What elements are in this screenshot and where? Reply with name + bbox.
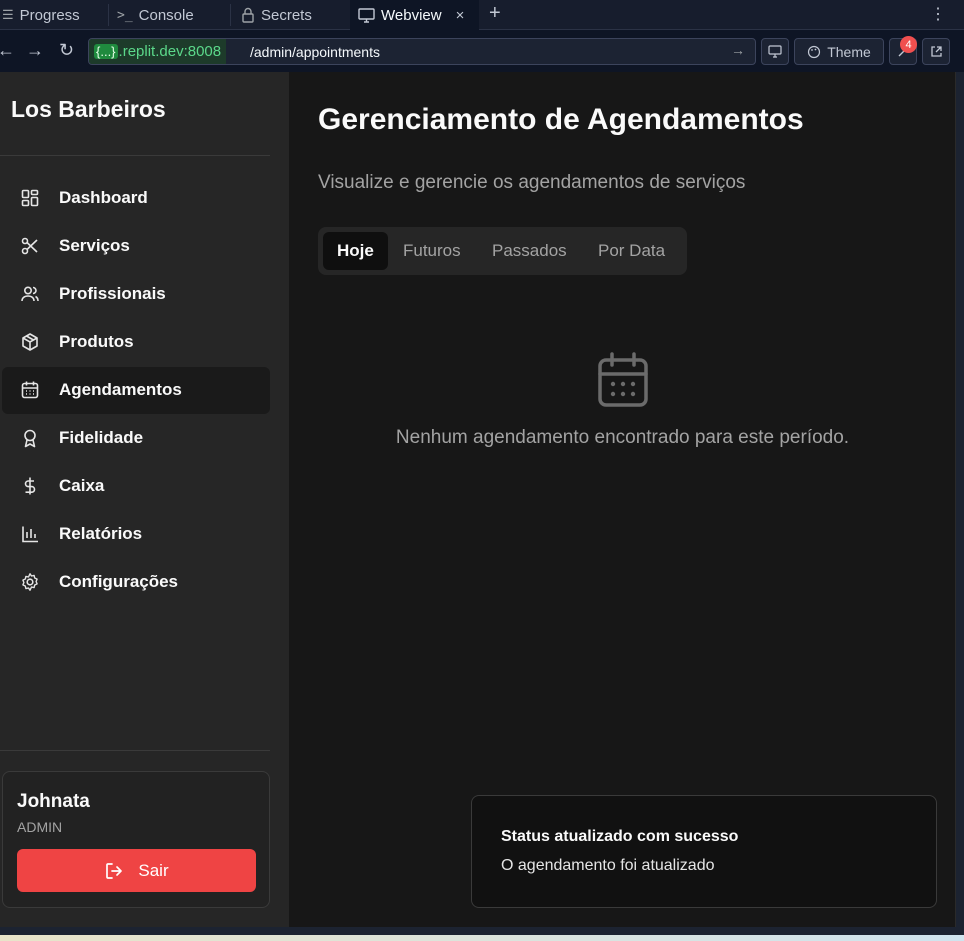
app-webview: Los Barbeiros Dashboard Serviços Profiss… xyxy=(0,72,956,927)
brand-title: Los Barbeiros xyxy=(11,96,166,122)
sidebar-item-caixa[interactable]: Caixa xyxy=(2,463,270,510)
sidebar-item-label: Serviços xyxy=(59,236,130,255)
sidebar-item-configuracoes[interactable]: Configurações xyxy=(2,559,270,606)
award-icon xyxy=(24,429,36,448)
users-icon xyxy=(21,286,39,302)
sidebar-item-fidelidade[interactable]: Fidelidade xyxy=(2,415,270,462)
list-icon: ☰ xyxy=(2,7,14,23)
back-arrow-icon[interactable]: ← xyxy=(0,40,15,61)
tab-label: Webview xyxy=(381,6,442,24)
logout-label: Sair xyxy=(138,860,169,880)
sidebar-item-label: Profissionais xyxy=(59,284,166,303)
sidebar: Los Barbeiros Dashboard Serviços Profiss… xyxy=(0,72,289,927)
taskbar-edge xyxy=(0,935,964,941)
bar-chart-icon xyxy=(22,526,38,543)
sidebar-item-label: Dashboard xyxy=(59,188,148,207)
devtools-button[interactable] xyxy=(761,38,789,65)
dollar-icon xyxy=(24,477,36,495)
go-arrow-icon[interactable]: → xyxy=(731,42,745,58)
sidebar-item-agendamentos[interactable]: Agendamentos xyxy=(2,367,270,414)
page-title: Gerenciamento de Agendamentos xyxy=(318,103,804,136)
tab-progress[interactable]: ☰ Progress xyxy=(0,0,108,30)
calendar-icon xyxy=(598,352,648,407)
palette-icon xyxy=(808,45,821,58)
calendar-icon xyxy=(21,381,39,399)
tab-label: Console xyxy=(138,6,194,24)
close-icon[interactable]: × xyxy=(456,7,465,24)
sidebar-item-label: Produtos xyxy=(59,332,134,351)
tab-por-data[interactable]: Por Data xyxy=(584,232,679,270)
tab-passados[interactable]: Passados xyxy=(478,232,581,270)
tab-futuros[interactable]: Futuros xyxy=(389,232,475,270)
theme-button[interactable]: Theme xyxy=(794,38,884,65)
tab-hoje[interactable]: Hoje xyxy=(323,232,388,270)
tab-console[interactable]: >_ Console xyxy=(109,0,230,30)
sidebar-item-label: Agendamentos xyxy=(59,380,182,399)
tab-secrets[interactable]: Secrets xyxy=(231,0,349,30)
monitor-icon xyxy=(358,7,375,23)
period-tabs: Hoje Futuros Passados Por Data xyxy=(318,227,687,275)
sidebar-item-relatorios[interactable]: Relatórios xyxy=(2,511,270,558)
sidebar-item-label: Fidelidade xyxy=(59,428,144,447)
divider xyxy=(0,155,270,156)
host-text: .replit.dev:8008 xyxy=(118,43,222,60)
sidebar-item-label: Caixa xyxy=(59,476,105,495)
url-path: /admin/appointments xyxy=(250,44,380,60)
logout-icon xyxy=(106,862,123,879)
refresh-icon[interactable]: ↻ xyxy=(59,40,74,61)
gear-icon xyxy=(22,573,38,591)
page-subtitle: Visualize e gerencie os agendamentos de … xyxy=(318,172,746,193)
scissors-icon xyxy=(21,237,38,255)
monitor-icon xyxy=(768,45,782,58)
toast-description: O agendamento foi atualizado xyxy=(501,857,715,874)
forward-arrow-icon[interactable]: → xyxy=(26,40,44,61)
terminal-icon: >_ xyxy=(117,7,133,23)
open-external-button[interactable] xyxy=(922,38,950,65)
replit-badge: {...} xyxy=(94,44,118,59)
divider xyxy=(0,750,270,751)
sidebar-item-servicos[interactable]: Serviços xyxy=(2,223,270,270)
more-options-icon[interactable]: ⋮ xyxy=(930,4,946,24)
logout-button[interactable]: Sair xyxy=(17,849,256,892)
sidebar-item-label: Relatórios xyxy=(59,524,143,543)
sidebar-item-label: Configurações xyxy=(59,572,179,591)
notification-badge: 4 xyxy=(900,36,917,53)
toast-notification[interactable]: Status atualizado com sucesso O agendame… xyxy=(471,795,937,908)
webview-url-bar: ← → ↻ {...} .replit.dev:8008 /admin/appo… xyxy=(0,30,964,72)
lock-icon xyxy=(242,7,254,23)
sidebar-item-dashboard[interactable]: Dashboard xyxy=(2,175,270,222)
sidebar-item-produtos[interactable]: Produtos xyxy=(2,319,270,366)
add-tab-icon[interactable]: + xyxy=(489,2,501,25)
user-role: ADMIN xyxy=(17,819,63,835)
theme-label: Theme xyxy=(827,43,871,60)
dashboard-icon xyxy=(21,189,39,207)
toast-title: Status atualizado com sucesso xyxy=(501,828,739,845)
tab-webview[interactable]: Webview × xyxy=(350,0,479,30)
ide-tab-bar: ☰ Progress >_ Console Secrets Webview × … xyxy=(0,0,964,30)
external-link-icon xyxy=(930,46,942,57)
main-content: Gerenciamento de Agendamentos Visualize … xyxy=(289,72,956,927)
url-host: {...} .replit.dev:8008 xyxy=(89,39,227,64)
package-icon xyxy=(22,333,38,351)
user-name: Johnata xyxy=(17,791,90,812)
tab-label: Secrets xyxy=(261,6,312,24)
sidebar-item-profissionais[interactable]: Profissionais xyxy=(2,271,270,318)
user-card: Johnata ADMIN Sair xyxy=(2,771,270,908)
url-input[interactable]: {...} .replit.dev:8008 /admin/appointmen… xyxy=(88,38,756,65)
tab-label: Progress xyxy=(19,6,80,24)
empty-state-message: Nenhum agendamento encontrado para este … xyxy=(395,427,850,448)
